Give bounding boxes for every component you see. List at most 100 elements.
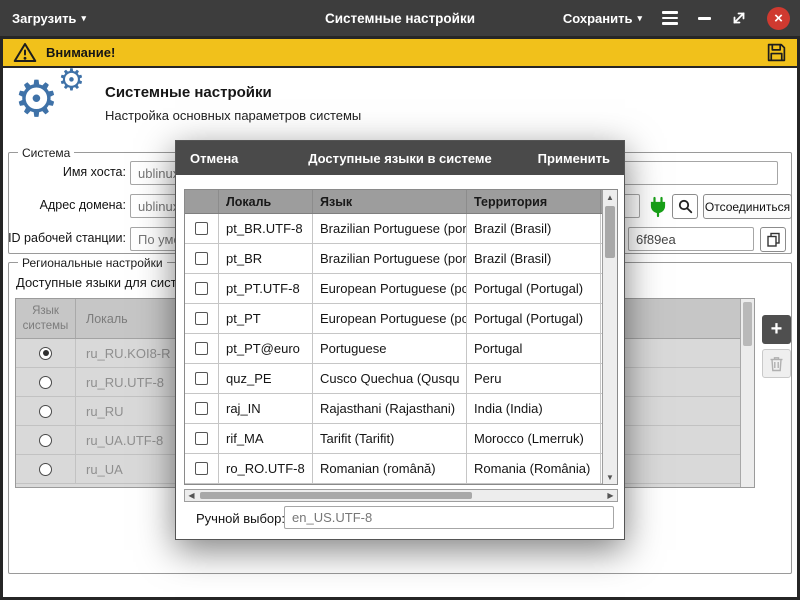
system-language-radio[interactable] [39, 376, 52, 389]
radio-cell [16, 339, 76, 367]
locale-checkbox[interactable] [195, 432, 208, 445]
floppy-disk-icon [766, 42, 787, 63]
search-icon [678, 199, 693, 214]
language-cell: European Portuguese (po [313, 274, 467, 303]
save-button[interactable]: Сохранить ▾ [563, 11, 642, 26]
disconnect-button[interactable]: Отсоединиться [703, 194, 792, 219]
scroll-right-arrow-icon[interactable]: ▶ [604, 490, 617, 501]
save-file-button[interactable] [766, 42, 787, 63]
trash-icon [769, 356, 784, 372]
search-button[interactable] [672, 194, 698, 219]
checkbox-cell [185, 244, 219, 273]
language-cell: European Portuguese (po [313, 304, 467, 333]
vertical-scrollbar[interactable]: ▲ ▼ [602, 190, 617, 484]
app-window: Загрузить ▾ Системные настройки Сохранит… [0, 0, 800, 600]
locale-cell: pt_PT [219, 304, 313, 333]
territory-cell: Portugal (Portugal) [467, 304, 601, 333]
delete-language-button[interactable] [762, 349, 791, 378]
scrollbar-thumb[interactable] [605, 206, 615, 258]
minimize-button[interactable] [698, 17, 711, 20]
apply-button[interactable]: Применить [538, 141, 610, 175]
scroll-down-arrow-icon[interactable]: ▼ [603, 470, 617, 484]
locale-checkbox[interactable] [195, 372, 208, 385]
language-cell: Brazilian Portuguese (por [313, 214, 467, 243]
modal-table-row[interactable]: pt_PT@euroPortuguesePortugal [185, 334, 617, 364]
locale-checkbox[interactable] [195, 402, 208, 415]
workstation-id-label: ID рабочей станции: [6, 231, 126, 245]
checkbox-cell [185, 304, 219, 333]
locale-checkbox[interactable] [195, 312, 208, 325]
territory-cell: Portugal [467, 334, 601, 363]
scroll-left-arrow-icon[interactable]: ◀ [185, 490, 198, 501]
gear-icon: ⚙ [58, 66, 85, 96]
regional-group-legend: Региональные настройки [18, 256, 167, 270]
languages-table: Локаль Язык Территория pt_BR.UTF-8Brazil… [184, 189, 618, 485]
locale-checkbox[interactable] [195, 222, 208, 235]
checkbox-cell [185, 454, 219, 483]
column-header-language: Язык [313, 190, 467, 213]
language-cell: Cusco Quechua (Qusqu [313, 364, 467, 393]
modal-table-body: pt_BR.UTF-8Brazilian Portuguese (porBraz… [185, 214, 617, 484]
checkbox-cell [185, 214, 219, 243]
domain-label: Адрес домена: [6, 198, 126, 212]
territory-cell: Brazil (Brasil) [467, 214, 601, 243]
locale-checkbox[interactable] [195, 342, 208, 355]
modal-table-row[interactable]: ro_RO.UTF-8Romanian (română)Romania (Rom… [185, 454, 617, 484]
radio-cell [16, 397, 76, 425]
modal-table-row[interactable]: pt_PT.UTF-8European Portuguese (poPortug… [185, 274, 617, 304]
gear-icon: ⚙ [14, 74, 59, 124]
modal-table-row[interactable]: pt_BR.UTF-8Brazilian Portuguese (porBraz… [185, 214, 617, 244]
scroll-up-arrow-icon[interactable]: ▲ [603, 190, 617, 204]
locale-checkbox[interactable] [195, 282, 208, 295]
locale-cell: raj_IN [219, 394, 313, 423]
checkbox-cell [185, 364, 219, 393]
warning-icon [13, 42, 37, 63]
scrollbar-thumb[interactable] [200, 492, 472, 499]
warning-bar: Внимание! [3, 39, 797, 68]
maximize-icon[interactable] [731, 10, 747, 26]
radio-cell [16, 368, 76, 396]
close-button[interactable]: × [767, 7, 790, 30]
language-cell: Brazilian Portuguese (por [313, 244, 467, 273]
language-cell: Tarifit (Tarifit) [313, 424, 467, 453]
menu-icon[interactable] [662, 11, 678, 25]
modal-table-row[interactable]: rif_MATarifit (Tarifit)Morocco (Lmerruk) [185, 424, 617, 454]
column-header-locale: Локаль [219, 190, 313, 213]
languages-table-header: Локаль Язык Территория [185, 190, 617, 214]
scrollbar-thumb[interactable] [743, 302, 752, 346]
system-language-radio[interactable] [39, 463, 52, 476]
locale-checkbox[interactable] [195, 462, 208, 475]
territory-cell: Portugal (Portugal) [467, 274, 601, 303]
page-title: Системные настройки [105, 84, 272, 101]
locale-cell: pt_PT.UTF-8 [219, 274, 313, 303]
copy-button[interactable] [760, 227, 786, 252]
locale-cell: pt_BR.UTF-8 [219, 214, 313, 243]
locale-cell: pt_BR [219, 244, 313, 273]
system-language-radio[interactable] [39, 347, 52, 360]
locale-checkbox[interactable] [195, 252, 208, 265]
settings-gears-icon: ⚙ ⚙ [14, 74, 106, 136]
modal-table-row[interactable]: raj_INRajasthani (Rajasthani)India (Indi… [185, 394, 617, 424]
system-language-radio[interactable] [39, 434, 52, 447]
system-language-radio[interactable] [39, 405, 52, 418]
radio-cell [16, 455, 76, 483]
modal-table-row[interactable]: quz_PECusco Quechua (QusquPeru [185, 364, 617, 394]
station-id-value [628, 227, 754, 251]
modal-table-row[interactable]: pt_PTEuropean Portuguese (poPortugal (Po… [185, 304, 617, 334]
territory-cell: Romania (România) [467, 454, 601, 483]
territory-cell: Morocco (Lmerruk) [467, 424, 601, 453]
horizontal-scrollbar[interactable]: ◀ ▶ [184, 489, 618, 502]
language-cell: Romanian (română) [313, 454, 467, 483]
regional-table-scrollbar[interactable] [740, 299, 754, 487]
page-subtitle: Настройка основных параметров системы [105, 108, 361, 123]
copy-icon [766, 232, 781, 247]
titlebar-actions: Сохранить ▾ × [563, 0, 790, 36]
checkbox-cell [185, 424, 219, 453]
modal-table-row[interactable]: pt_BRBrazilian Portuguese (porBrazil (Br… [185, 244, 617, 274]
dialog-header: Отмена Доступные языки в системе Примени… [176, 141, 624, 175]
territory-cell: Brazil (Brasil) [467, 244, 601, 273]
connection-plug-icon [646, 195, 670, 219]
manual-selection-input[interactable] [284, 506, 614, 529]
add-language-button[interactable]: + [762, 315, 791, 344]
locale-cell: quz_PE [219, 364, 313, 393]
